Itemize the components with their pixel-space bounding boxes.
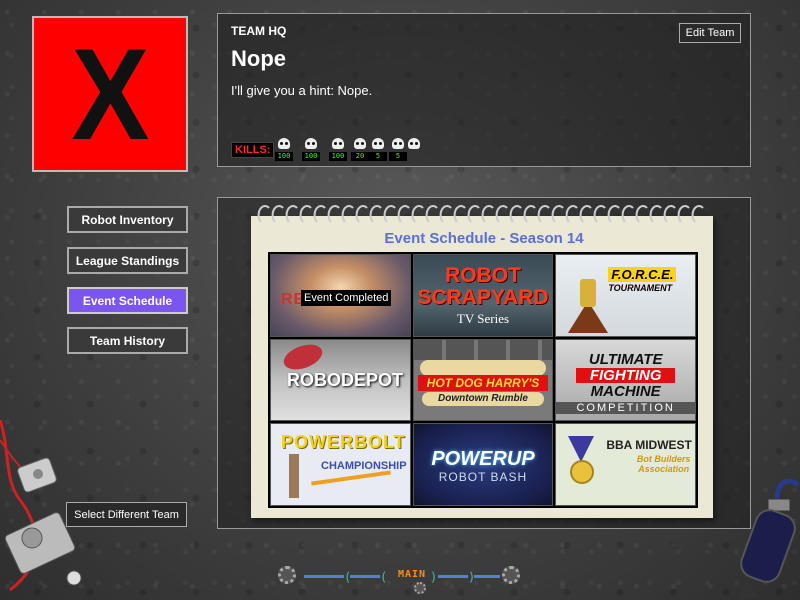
wire-machinery-decor [0,420,82,592]
svg-text:(: ( [344,570,351,584]
event-tile[interactable]: POWERUP ROBOT BASH [412,423,554,506]
team-logo: X [32,16,188,172]
nav-robot-inventory[interactable]: Robot Inventory [67,206,188,233]
event-tile[interactable]: RE SION Event Completed [270,254,411,337]
event-logo-text: F.O.R.C.E. [608,267,677,282]
team-logo-glyph: X [70,21,150,167]
event-logo-text: ROBODEPOT [287,369,404,390]
event-tile[interactable]: ROBOT SCRAPYARD TV Series [412,254,554,337]
event-logo-text: POWERBOLT [281,432,406,453]
spiral-binding-icon [257,205,704,223]
event-logo-text: ROBOT SCRAPYARD [417,264,549,309]
team-hq-label: TEAM HQ [231,24,287,38]
team-name: Nope [231,46,286,71]
team-hq-panel: TEAM HQ Nope I'll give you a hint: Nope.… [217,13,751,167]
event-logo-text: ULTIMATE [588,350,663,368]
event-logo-text: FIGHTING [576,367,675,383]
hotdog-bun-icon [419,359,547,376]
event-tile[interactable]: POWERBOLT CHAMPIONSHIP [270,423,411,506]
event-logo-subtext: COMPETITION [556,401,695,414]
kill-count: 20 [351,152,369,161]
kills-label: KILLS: [231,142,275,158]
kill-count: 100 [275,152,293,161]
event-logo-text: BBA MIDWEST [606,438,692,453]
kill-count: 100 [302,152,320,161]
event-logo-subtext: ROBOT BASH [438,470,528,485]
team-motto: I'll give you a hint: Nope. [231,83,373,98]
event-logo-subtext: CHAMPIONSHIP [321,460,407,473]
event-logo-subtext: TOURNAMENT [608,283,673,293]
event-tile[interactable]: HOT DOG HARRY'S Downtown Rumble [412,338,554,422]
main-menu-button[interactable]: MAIN [392,569,432,583]
event-logo-subtext: TV Series [456,311,510,326]
event-logo-subtext: Downtown Rumble [421,391,545,406]
fence-decor [413,339,553,360]
bottom-nav-bar: ( ( ) ) MAIN [274,560,530,596]
trophy-icon [289,454,299,499]
svg-text:(: ( [380,570,387,584]
nav-league-standings[interactable]: League Standings [67,247,188,274]
event-tile[interactable]: BBA MIDWEST Bot Builders Association [555,423,696,506]
kill-count: 5 [369,152,387,161]
nav-event-schedule[interactable]: Event Schedule [67,287,188,314]
event-completed-badge: Event Completed [301,290,392,306]
event-grid: RE SION Event Completed ROBOTSCRAPYARD T… [268,252,698,508]
skull-icon: 100 [302,138,320,164]
skull-icon: 100 [275,138,293,164]
event-logo-text: POWERUP [431,448,535,471]
edit-team-button[interactable]: Edit Team [679,23,741,43]
event-tile[interactable]: F.O.R.C.E. TOURNAMENT [555,254,696,337]
skull-icon: 20 [351,138,369,164]
event-logo-text: HOT DOG HARRY'S [417,374,549,391]
gear-icon [414,582,426,594]
skull-icon [405,138,423,164]
kill-count: 100 [329,152,347,161]
schedule-title: Event Schedule - Season 14 [384,230,584,247]
event-tile[interactable]: ROBODEPOT [270,338,411,422]
trophy-icon [580,279,597,307]
skull-icon: 100 [329,138,347,164]
event-logo-text: MACHINE [590,382,661,400]
skull-icon: 5 [369,138,387,164]
event-logo-subtext: Bot Builders Association [636,454,691,475]
lightning-bolt-icon [311,470,391,486]
event-tile[interactable]: ULTIMATE FIGHTING MACHINE COMPETITION [555,338,696,422]
canister-decor [740,478,800,597]
svg-text:): ) [468,570,475,584]
medal-icon [570,460,595,485]
ribbon-icon [568,436,595,463]
gear-icon [278,566,296,584]
nav-team-history[interactable]: Team History [67,327,188,354]
